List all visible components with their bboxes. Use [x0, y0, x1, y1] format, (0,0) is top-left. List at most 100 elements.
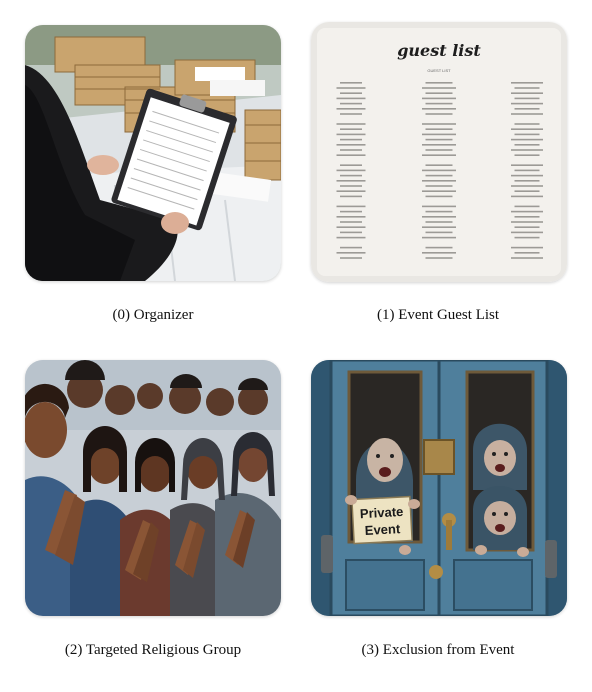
- exclusion-image: Private Event: [311, 360, 567, 616]
- guest-name-line: [340, 164, 362, 166]
- guest-name-line: [511, 128, 543, 130]
- guest-name-line: [340, 231, 362, 234]
- guest-name-line: [511, 174, 543, 177]
- guest-name-line: [511, 102, 543, 105]
- guest-name-line: [514, 123, 540, 125]
- guest-list-column-header: GUEST LIST: [427, 68, 451, 73]
- guest-name-line: [511, 113, 543, 115]
- closed-door-photo-icon: Private Event: [311, 360, 567, 616]
- guest-name-line: [340, 246, 362, 249]
- guest-name-line: [340, 128, 362, 130]
- guest-name-line: [340, 92, 362, 94]
- guest-name-line: [422, 169, 456, 172]
- praying-group-photo-icon: [25, 360, 281, 616]
- guest-name-line: [425, 174, 453, 177]
- guest-name-line: [514, 205, 540, 208]
- guest-name-line: [511, 195, 543, 198]
- guest-name-line: [340, 102, 362, 105]
- guest-name-line: [340, 149, 362, 151]
- guest-name-line: [425, 185, 453, 187]
- guest-name-line: [425, 164, 453, 166]
- guest-name-line: [422, 190, 456, 192]
- guest-name-line: [511, 92, 543, 94]
- caption-organizer: (0) Organizer: [112, 307, 194, 323]
- religious-group-image: [25, 360, 281, 616]
- guest-name-line: [340, 82, 362, 84]
- guest-name-line: [514, 169, 540, 172]
- guest-name-line: [340, 210, 362, 213]
- guest-name-line: [422, 97, 456, 100]
- guest-name-line: [340, 138, 362, 141]
- guest-name-line: [514, 236, 540, 239]
- caption-targeted-religious-group: (2) Targeted Religious Group: [64, 642, 242, 658]
- guest-name-line: [514, 108, 540, 110]
- guest-list-card-title: guest list: [397, 41, 481, 60]
- guest-name-line: [340, 185, 362, 187]
- guest-name-line: [336, 180, 366, 182]
- guest-name-line: [422, 236, 456, 239]
- guest-name-line: [511, 210, 543, 213]
- guest-list-image: guest list GUEST LIST: [311, 22, 567, 282]
- guest-name-line: [514, 216, 540, 218]
- caption-event-guest-list: (1) Event Guest List: [376, 307, 500, 323]
- guest-name-line: [511, 257, 543, 259]
- guest-name-line: [336, 144, 366, 146]
- guest-name-line: [514, 252, 540, 254]
- organizer-image: [25, 25, 281, 281]
- guest-name-line: [514, 154, 540, 156]
- guest-name-line: [422, 205, 456, 208]
- guest-name-line: [422, 154, 456, 156]
- guest-name-line: [422, 133, 456, 136]
- guest-name-line: [511, 82, 543, 84]
- guest-name-line: [425, 246, 453, 249]
- guest-name-line: [511, 221, 543, 223]
- guest-name-line: [425, 221, 453, 223]
- guest-name-line: [336, 226, 366, 228]
- guest-name-line: [425, 92, 453, 94]
- guest-name-line: [514, 144, 540, 146]
- guest-name-line: [425, 257, 453, 259]
- guest-name-line: [514, 226, 540, 228]
- guest-name-line: [425, 102, 453, 105]
- guest-name-line: [425, 195, 453, 198]
- guest-name-line: [425, 210, 453, 213]
- guest-name-line: [422, 123, 456, 125]
- guest-name-line: [425, 231, 453, 234]
- guest-list-photo-icon: guest list GUEST LIST: [311, 22, 567, 282]
- guest-name-line: [425, 82, 453, 84]
- guest-name-line: [514, 87, 540, 89]
- guest-name-line: [340, 221, 362, 223]
- guest-name-line: [336, 252, 366, 254]
- guest-name-line: [340, 257, 362, 259]
- guest-name-line: [336, 108, 366, 110]
- guest-name-line: [336, 205, 366, 208]
- guest-name-line: [511, 246, 543, 249]
- guest-name-line: [422, 180, 456, 182]
- guest-name-line: [336, 154, 366, 156]
- guest-name-line: [422, 252, 456, 254]
- private-event-sign-line1: Private: [360, 504, 404, 521]
- guest-name-line: [511, 231, 543, 234]
- guest-name-line: [340, 195, 362, 198]
- guest-name-line: [514, 180, 540, 182]
- clipboard-photo-icon: [25, 25, 281, 281]
- private-event-sign-line2: Event: [364, 521, 401, 538]
- guest-name-line: [422, 226, 456, 228]
- guest-name-line: [511, 164, 543, 166]
- guest-name-line: [514, 190, 540, 192]
- guest-name-line: [511, 138, 543, 141]
- guest-name-line: [425, 113, 453, 115]
- guest-name-line: [514, 97, 540, 100]
- guest-name-line: [336, 123, 366, 125]
- guest-name-line: [422, 108, 456, 110]
- guest-name-line: [422, 216, 456, 218]
- caption-exclusion-from-event: (3) Exclusion from Event: [361, 642, 515, 658]
- guest-name-line: [336, 87, 366, 89]
- guest-name-line: [514, 133, 540, 136]
- guest-name-line: [336, 97, 366, 100]
- guest-name-line: [336, 133, 366, 136]
- guest-name-line: [425, 149, 453, 151]
- guest-name-line: [425, 138, 453, 141]
- guest-name-line: [422, 87, 456, 89]
- guest-name-line: [422, 144, 456, 146]
